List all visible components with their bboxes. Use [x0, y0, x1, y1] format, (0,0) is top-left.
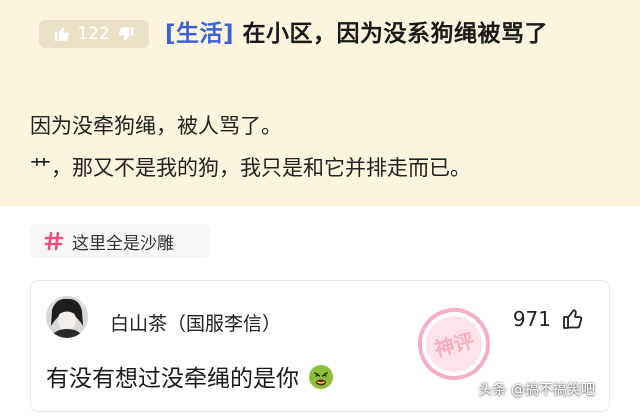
post-card: 122 [生活] 在小区，因为没系狗绳被骂了 因为没牵狗绳，被人骂了。 艹，那又…	[0, 0, 640, 206]
comment-text: 有没有想过没牵绳的是你	[46, 359, 334, 393]
post-body-line: 艹，那又不是我的狗，我只是和它并排走而已。	[30, 156, 471, 180]
post-category-tag[interactable]: [生活]	[165, 21, 234, 47]
post-body-line: 因为没牵狗绳，被人骂了。	[30, 114, 282, 138]
circle-label: 这里全是沙雕	[72, 233, 174, 254]
comment-like-count: 971	[512, 307, 551, 331]
circle-tag[interactable]: 这里全是沙雕	[30, 224, 210, 258]
thumbs-up-icon[interactable]	[53, 25, 71, 43]
comment-card: 白山茶（国服李信） 神评 971 有没有想过没牵绳的是你 头条 @搞不搞笑吧	[30, 280, 610, 412]
vote-pill: 122	[39, 20, 149, 48]
comment-likes: 971	[513, 307, 585, 331]
nauseated-face-icon	[309, 365, 334, 389]
thumbs-up-icon[interactable]	[561, 307, 585, 331]
hash-icon	[44, 231, 64, 251]
comment-username[interactable]: 白山茶（国服李信）	[110, 309, 281, 336]
avatar[interactable]	[46, 296, 88, 338]
post-title-text: 在小区，因为没系狗绳被骂了	[234, 21, 549, 47]
post-title: [生活] 在小区，因为没系狗绳被骂了	[165, 14, 548, 48]
vote-count: 122	[77, 24, 110, 44]
comment-text-content: 有没有想过没牵绳的是你	[46, 366, 299, 392]
thumbs-down-icon[interactable]	[117, 25, 135, 43]
watermark: 头条 @搞不搞笑吧	[478, 382, 595, 398]
featured-comment-stamp: 神评	[418, 308, 490, 380]
